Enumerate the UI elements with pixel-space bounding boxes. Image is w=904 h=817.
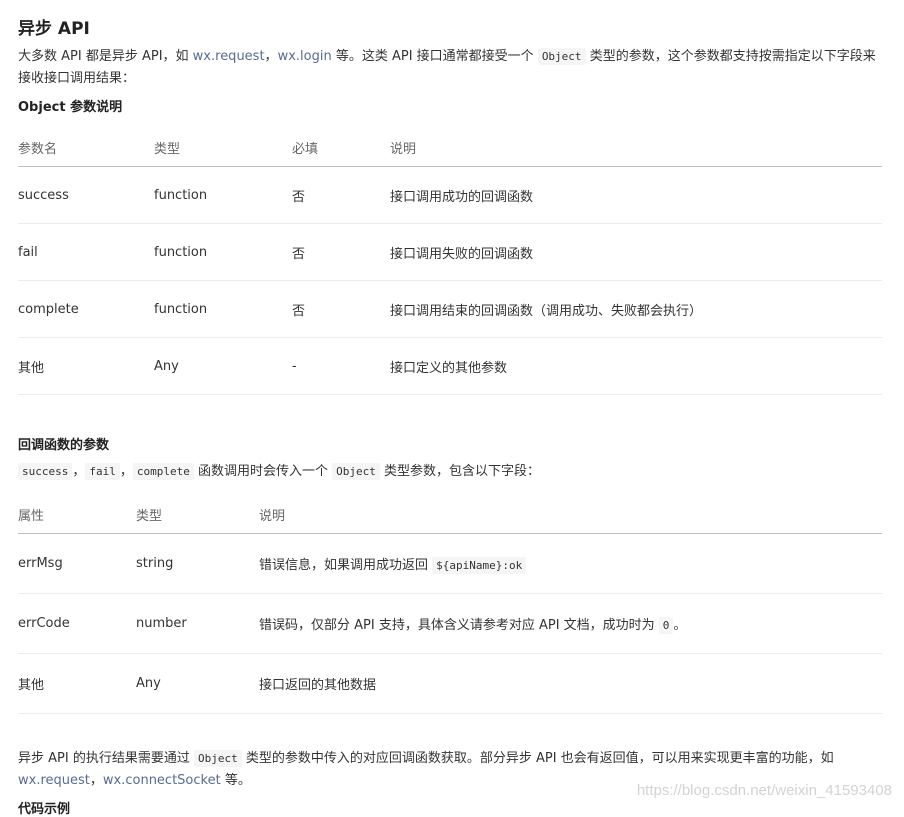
table-row: 其他 Any - 接口定义的其他参数 <box>18 337 882 395</box>
table-cell: 否 <box>292 280 390 338</box>
column-header: 说明 <box>390 128 882 167</box>
table-header-row: 参数名 类型 必填 说明 <box>18 128 882 167</box>
column-header: 参数名 <box>18 128 154 167</box>
table-cell: errMsg <box>18 533 136 594</box>
callback-section-title: 回调函数的参数 <box>18 438 110 453</box>
wx-request-link[interactable]: wx.request <box>193 49 265 64</box>
table-row: 其他 Any 接口返回的其他数据 <box>18 653 882 714</box>
table-row: errCode number 错误码，仅部分 API 支持，具体含义请参考对应 … <box>18 593 882 654</box>
cell-text: 。 <box>673 618 687 633</box>
outro-text: 类型的参数中传入的对应回调函数获取。部分异步 API 也会有返回值，可以用来实现… <box>241 751 834 766</box>
table-cell: 否 <box>292 166 390 224</box>
table-cell: 错误信息，如果调用成功返回 ${apiName}:ok <box>259 533 882 594</box>
table-cell: 接口调用失败的回调函数 <box>390 223 882 281</box>
column-header: 说明 <box>259 495 882 534</box>
column-header: 类型 <box>154 128 292 167</box>
table-cell: 否 <box>292 223 390 281</box>
outro-text: ， <box>89 773 103 788</box>
table-cell: 接口调用成功的回调函数 <box>390 166 882 224</box>
table-cell: string <box>136 533 259 594</box>
cell-text: 错误信息，如果调用成功返回 <box>259 558 433 573</box>
table-row: complete function 否 接口调用结束的回调函数（调用成功、失败都… <box>18 280 882 338</box>
inline-code: Object <box>332 463 380 480</box>
page-title: 异步 API <box>18 19 90 39</box>
wx-login-link[interactable]: wx.login <box>278 49 332 64</box>
inline-code: success <box>18 463 73 480</box>
table-row: errMsg string 错误信息，如果调用成功返回 ${apiName}:o… <box>18 533 882 594</box>
table-cell: 接口定义的其他参数 <box>390 337 882 395</box>
column-header: 必填 <box>292 128 390 167</box>
table-cell: 错误码，仅部分 API 支持，具体含义请参考对应 API 文档，成功时为 0。 <box>259 593 882 654</box>
watermark: https://blog.csdn.net/weixin_41593408 <box>636 782 892 799</box>
table-cell: number <box>136 593 259 654</box>
table-cell: 其他 <box>18 337 154 395</box>
wx-connect-socket-link[interactable]: wx.connectSocket <box>103 773 221 788</box>
table-cell: function <box>154 280 292 338</box>
description-text: 类型参数，包含以下字段： <box>379 464 541 479</box>
table-cell: success <box>18 166 154 224</box>
table-cell: function <box>154 166 292 224</box>
table-cell: 接口返回的其他数据 <box>259 653 882 714</box>
separator-text: ， <box>72 464 86 479</box>
intro-text: 大多数 API 都是异步 API，如 <box>18 49 193 64</box>
intro-text: ， <box>264 49 278 64</box>
column-header: 类型 <box>136 495 259 534</box>
wx-request-link[interactable]: wx.request <box>18 773 90 788</box>
inline-code: Object <box>537 48 586 65</box>
inline-code: ${apiName}:ok <box>432 557 527 574</box>
table-cell: Any <box>136 653 259 714</box>
object-section-title: Object 参数说明 <box>18 100 123 115</box>
table-row: fail function 否 接口调用失败的回调函数 <box>18 223 882 281</box>
table-cell: complete <box>18 280 154 338</box>
callback-params-table: 属性 类型 说明 errMsg string 错误信息，如果调用成功返回 ${a… <box>18 495 882 714</box>
intro-text: 等。这类 API 接口通常都接受一个 <box>331 49 538 64</box>
description-text: 函数调用时会传入一个 <box>193 464 333 479</box>
separator-text: ， <box>119 464 133 479</box>
inline-code: fail <box>85 463 120 480</box>
next-section-heading: 代码示例 <box>18 802 71 817</box>
outro-text: 异步 API 的执行结果需要通过 <box>18 751 194 766</box>
column-header: 属性 <box>18 495 136 534</box>
outro-text: 等。 <box>220 773 251 788</box>
table-cell: 接口调用结束的回调函数（调用成功、失败都会执行） <box>390 280 882 338</box>
inline-code: 0 <box>658 617 674 634</box>
object-params-table: 参数名 类型 必填 说明 success function 否 接口调用成功的回… <box>18 128 882 395</box>
table-cell: fail <box>18 223 154 281</box>
cell-text: 错误码，仅部分 API 支持，具体含义请参考对应 API 文档，成功时为 <box>259 618 659 633</box>
table-cell: errCode <box>18 593 136 654</box>
table-header-row: 属性 类型 说明 <box>18 495 882 534</box>
inline-code: Object <box>193 750 242 767</box>
intro-paragraph: 大多数 API 都是异步 API，如 wx.request，wx.login 等… <box>18 46 884 90</box>
callback-description: success， fail， complete 函数调用时会传入一个 Object … <box>18 461 540 483</box>
table-cell: function <box>154 223 292 281</box>
table-cell: 其他 <box>18 653 136 714</box>
inline-code: complete <box>132 463 194 480</box>
table-cell: - <box>292 337 390 395</box>
table-cell: Any <box>154 337 292 395</box>
table-row: success function 否 接口调用成功的回调函数 <box>18 166 882 224</box>
